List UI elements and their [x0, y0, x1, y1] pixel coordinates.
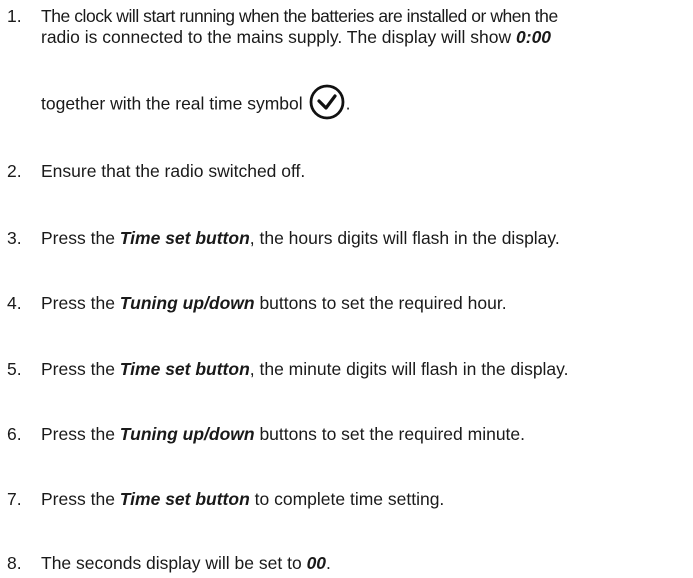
button-name: Time set button [119, 359, 250, 379]
step-6: 6. Press the Tuning up/down buttons to se… [7, 424, 693, 445]
step-number: 8. [7, 553, 22, 573]
real-time-clock-icon [309, 84, 345, 120]
button-name: Time set button [119, 489, 250, 509]
step-number: 7. [7, 489, 22, 509]
step-2: 2. Ensure that the radio switched off. [7, 161, 693, 182]
step-number: 4. [7, 293, 22, 313]
step-text: Press the [41, 228, 120, 248]
step-number: 2. [7, 161, 22, 181]
step-text: Press the [41, 293, 120, 313]
step-1-line-2: radio is connected to the mains supply. … [41, 27, 551, 48]
step-text: The seconds display will be set to [41, 553, 307, 573]
step-number: 6. [7, 424, 22, 444]
step-1: 1. The clock will start running when the … [7, 6, 693, 27]
instruction-list: 1. The clock will start running when the … [0, 0, 693, 578]
step-text: The clock will start running when the ba… [41, 6, 558, 26]
step-text: , the hours digits will flash in the dis… [249, 228, 560, 248]
step-7: 7. Press the Time set button to complete … [7, 489, 693, 510]
step-5: 5. Press the Time set button, the minute … [7, 359, 693, 380]
step-text: Ensure that the radio switched off. [41, 161, 306, 181]
step-text: Press the [41, 424, 120, 444]
step-text: Press the [41, 359, 120, 379]
step-1-line-3: together with the real time symbol. [41, 84, 351, 123]
display-value: 00 [306, 553, 327, 573]
step-3: 3. Press the Time set button, the hours d… [7, 228, 693, 249]
step-text: to complete time setting. [249, 489, 445, 509]
step-8: 8. The seconds display will be set to 00. [7, 553, 693, 574]
step-text: radio is connected to the mains supply. … [41, 27, 517, 47]
button-name: Time set button [119, 228, 250, 248]
button-name: Tuning up/down [119, 424, 255, 444]
step-number: 5. [7, 359, 22, 379]
step-text: Press the [41, 489, 120, 509]
step-text: buttons to set the required minute. [254, 424, 526, 444]
display-value: 0:00 [516, 27, 552, 47]
step-number: 1. [7, 6, 22, 26]
step-text: , the minute digits will flash in the di… [249, 359, 569, 379]
step-text: together with the real time symbol [41, 93, 303, 114]
step-4: 4. Press the Tuning up/down buttons to se… [7, 293, 693, 314]
button-name: Tuning up/down [119, 293, 255, 313]
step-text: . [326, 553, 331, 573]
step-text: buttons to set the required hour. [254, 293, 507, 313]
step-number: 3. [7, 228, 22, 248]
step-text-end: . [345, 93, 351, 114]
